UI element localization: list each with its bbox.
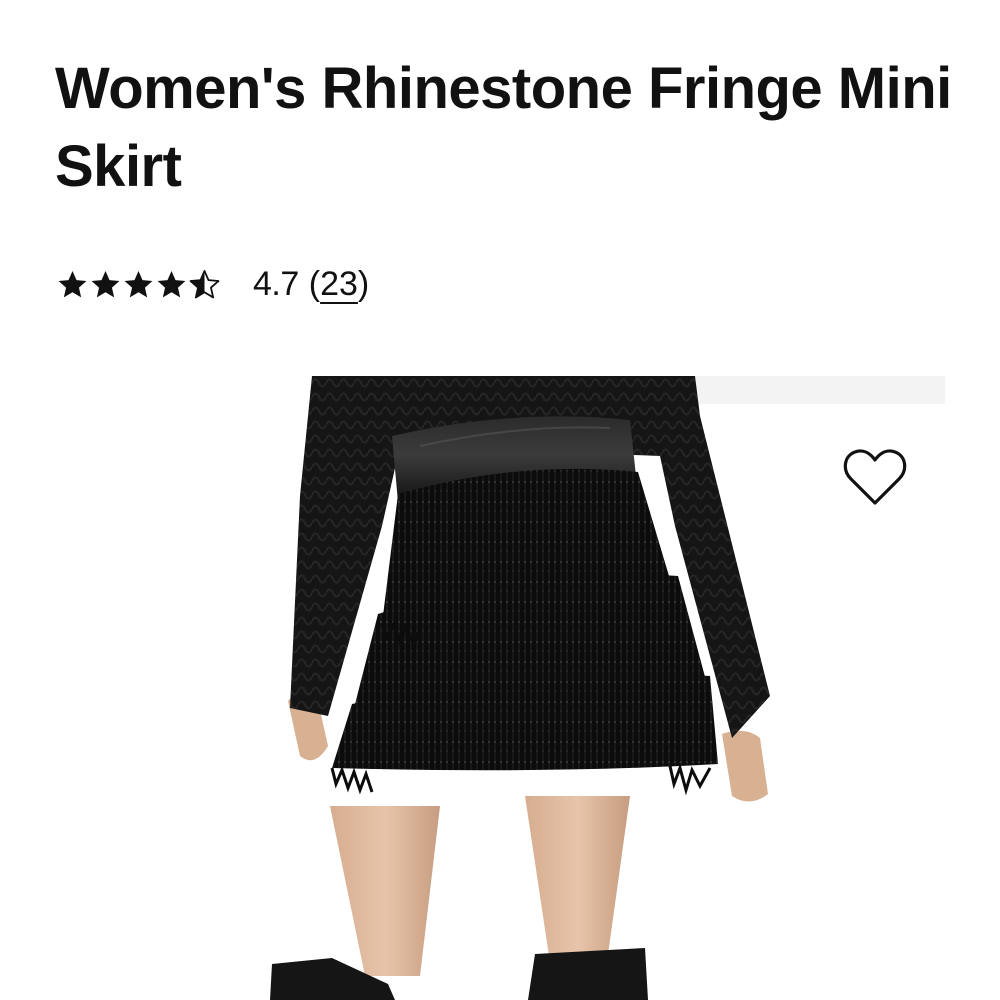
rating-value: 4.7 bbox=[253, 264, 299, 303]
star-full-icon bbox=[58, 270, 87, 297]
heart-outline-icon bbox=[843, 449, 907, 505]
star-rating bbox=[57, 269, 220, 300]
star-full-icon bbox=[124, 270, 153, 297]
wishlist-button[interactable] bbox=[838, 440, 912, 514]
product-title: Women's Rhinestone Fringe Mini Skirt bbox=[55, 56, 952, 199]
reviews-link[interactable]: 23 bbox=[320, 265, 358, 303]
star-half-icon bbox=[189, 269, 220, 298]
star-full-icon bbox=[91, 270, 120, 297]
star-full-icon bbox=[157, 270, 186, 297]
review-close-paren: ) bbox=[357, 264, 370, 303]
rating-row: 4.7 (23) bbox=[57, 262, 369, 306]
review-count: (23) bbox=[309, 265, 369, 304]
review-open-paren: ( bbox=[308, 264, 321, 303]
